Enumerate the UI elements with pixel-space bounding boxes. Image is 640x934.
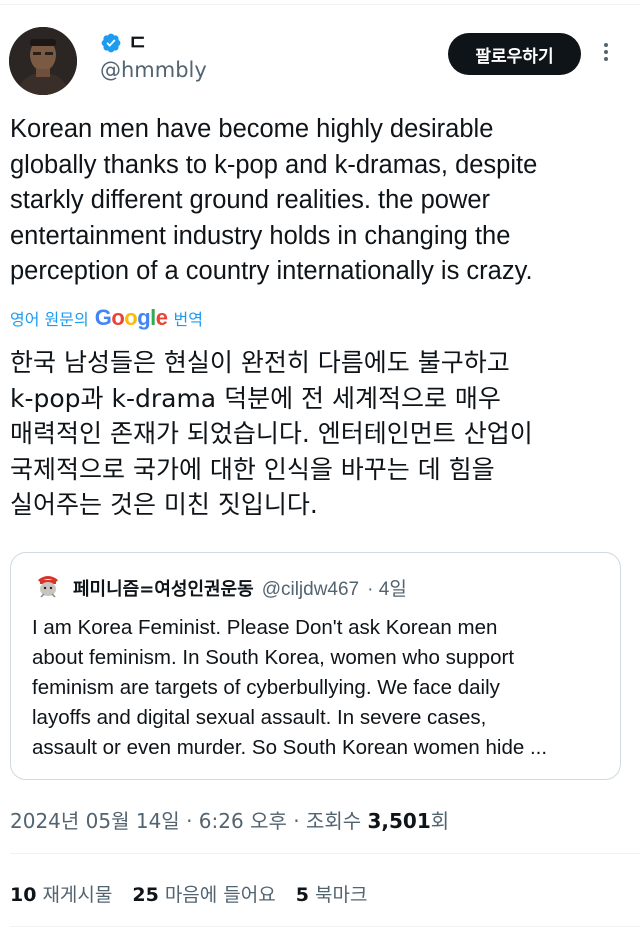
translated-text: 한국 남성들은 현실이 완전히 다름에도 불구하고 k-pop과 k-drama… — [10, 348, 533, 519]
timestamp-row: 2024년 05월 14일 · 6:26 오후 · 조회수 3,501 회 — [10, 805, 449, 834]
likes-count: 25 — [132, 884, 159, 906]
translate-prefix: 영어 원문의 — [10, 310, 89, 329]
translation-attribution[interactable]: 영어 원문의 Google 번역 — [10, 305, 203, 331]
divider — [10, 853, 640, 854]
avatar[interactable] — [9, 27, 77, 95]
quote-author-handle[interactable]: @ciljdw467 — [262, 579, 359, 601]
bookmarks-label: 북마크 — [314, 884, 368, 906]
quote-author-name[interactable]: 페미니즘=여성인권운동 — [73, 575, 254, 601]
more-vertical-icon[interactable] — [598, 40, 614, 68]
quote-time: · 4일 — [367, 579, 407, 600]
likes-label: 마음에 들어요 — [164, 884, 276, 906]
post-time[interactable]: · 6:26 오후 · — [186, 805, 300, 834]
reposts-stat[interactable]: 10 재게시물 — [10, 880, 112, 907]
quote-header: 페미니즘=여성인권운동 @ciljdw467 · 4일 — [73, 574, 407, 601]
engagement-stats: 10 재게시물 25 마음에 들어요 5 북마크 — [10, 880, 387, 907]
google-logo: Google — [94, 305, 168, 330]
translate-suffix: 번역 — [173, 310, 203, 329]
author-handle[interactable]: @hmmbly — [100, 58, 207, 82]
views-suffix: 회 — [430, 809, 450, 833]
views-count: 3,501 — [367, 809, 431, 833]
author-name-row[interactable]: ㄷ — [100, 31, 147, 55]
quote-avatar — [34, 570, 62, 598]
divider — [10, 926, 640, 927]
tweet-text: Korean men have become highly desirable … — [10, 115, 538, 285]
tweet-page: ㄷ @hmmbly 팔로우하기 Korean men have become h… — [0, 0, 640, 934]
likes-stat[interactable]: 25 마음에 들어요 — [132, 880, 275, 907]
author-display-name[interactable]: ㄷ — [128, 31, 147, 55]
views-label: 조회수 — [305, 809, 362, 833]
verified-badge-icon — [101, 33, 121, 53]
quoted-tweet[interactable]: 페미니즘=여성인권운동 @ciljdw467 · 4일 I am Korea F… — [10, 552, 621, 780]
post-date[interactable]: 2024년 05월 14일 — [10, 805, 180, 834]
bookmarks-count: 5 — [295, 884, 309, 906]
bookmarks-stat[interactable]: 5 북마크 — [296, 880, 368, 907]
top-divider — [0, 4, 640, 5]
reposts-count: 10 — [10, 884, 37, 906]
reposts-label: 재게시물 — [42, 884, 113, 906]
quote-text: I am Korea Feminist. Please Don't ask Ko… — [32, 616, 548, 759]
follow-button[interactable]: 팔로우하기 — [448, 33, 581, 75]
